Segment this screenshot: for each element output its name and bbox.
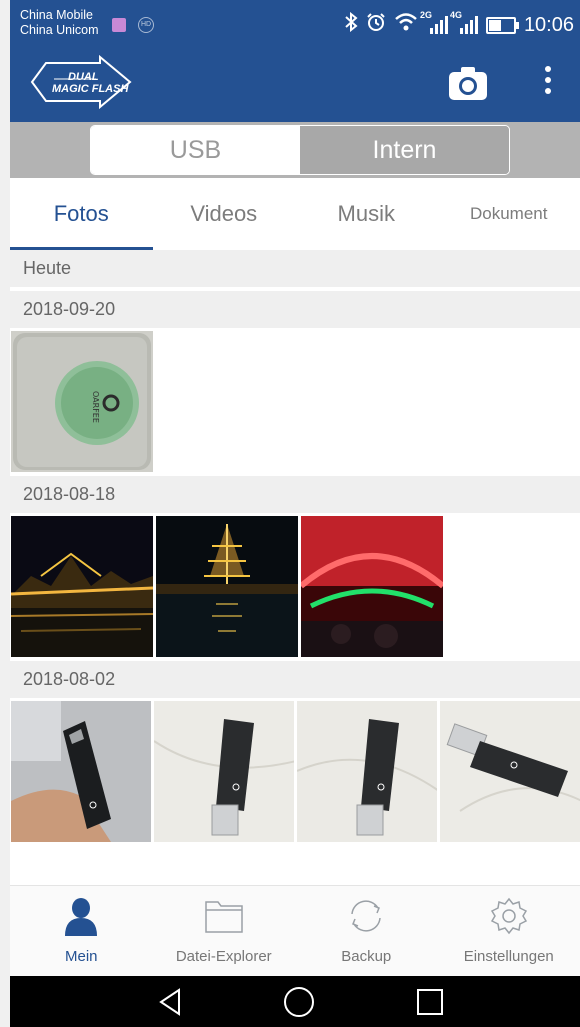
nav-einstellungen[interactable]: Einstellungen: [438, 886, 580, 977]
signal-icon-4g: 4G: [450, 10, 478, 34]
wifi-icon: [394, 12, 418, 38]
tin-box-photo[interactable]: OARFEE: [11, 331, 153, 472]
system-nav-bar: [10, 976, 580, 1027]
nav-backup-label: Backup: [341, 948, 392, 965]
status-icons: 2G 4G 10:06: [344, 10, 574, 38]
status-bar: China Mobile China Unicom HD 2G 4G 10:06: [10, 0, 580, 46]
photo-row: OARFEE: [10, 328, 580, 476]
photo-row: [10, 513, 580, 661]
bluetooth-icon: [344, 11, 358, 38]
tab-musik[interactable]: Musik: [295, 178, 438, 250]
nav-datei-explorer[interactable]: Datei-Explorer: [153, 886, 296, 977]
app-bar: DUAL MAGIC FLASH: [10, 46, 580, 122]
back-icon[interactable]: [155, 986, 187, 1018]
toggle-intern[interactable]: Intern: [300, 126, 509, 174]
photo-row: [10, 698, 580, 846]
dual-magic-flash-logo: DUAL MAGIC FLASH: [30, 54, 134, 110]
nav-einstellungen-label: Einstellungen: [463, 948, 554, 965]
sync-icon: [346, 896, 386, 936]
light-tunnel-photo[interactable]: [301, 516, 443, 657]
night-tower-photo[interactable]: [156, 516, 298, 657]
nav-datei-explorer-label: Datei-Explorer: [175, 948, 272, 965]
bottom-nav: Mein Datei-Explorer Backup Einstellungen: [10, 885, 580, 977]
carrier-info: China Mobile China Unicom: [20, 8, 99, 38]
hd-icon: HD: [138, 17, 154, 33]
carrier-2: China Unicom: [20, 23, 99, 37]
carrier-1: China Mobile: [20, 8, 93, 22]
photo-list[interactable]: Heute 2018-09-20 OARFEE 2018-08-18 2018-…: [10, 250, 580, 885]
clock: 10:06: [523, 13, 574, 36]
nav-mein[interactable]: Mein: [10, 886, 153, 977]
nav-backup[interactable]: Backup: [295, 886, 438, 977]
signal-icon-2g: 2G: [420, 10, 448, 34]
date-header-2018-09-20: 2018-09-20: [10, 291, 580, 328]
tab-fotos[interactable]: Fotos: [10, 178, 153, 250]
flash-drive-photo-3[interactable]: [440, 701, 580, 842]
person-icon: [61, 896, 101, 936]
flash-drive-photo-2[interactable]: [297, 701, 437, 842]
svg-text:OARFEE: OARFEE: [91, 391, 100, 423]
date-header-today: Heute: [10, 250, 580, 287]
date-header-2018-08-18: 2018-08-18: [10, 476, 580, 513]
category-tabs: Fotos Videos Musik Dokument: [10, 178, 580, 250]
recents-icon[interactable]: [414, 986, 446, 1018]
toggle-usb[interactable]: USB: [91, 126, 300, 174]
nav-mein-label: Mein: [64, 948, 98, 965]
storage-toggle: USB Intern: [90, 125, 510, 175]
home-icon[interactable]: [283, 986, 315, 1018]
tab-dokument[interactable]: Dokument: [438, 178, 580, 250]
more-vertical-icon[interactable]: [541, 66, 555, 102]
flash-drive-photo-1[interactable]: [154, 701, 294, 842]
gallery-icon: [112, 18, 126, 32]
storage-toggle-bar: USB Intern: [10, 122, 580, 178]
camera-icon[interactable]: [448, 65, 488, 101]
gear-icon: [489, 896, 529, 936]
app-screen: China Mobile China Unicom HD 2G 4G 10:06…: [10, 0, 580, 1027]
night-bridge-photo[interactable]: [11, 516, 153, 657]
alarm-icon: [366, 12, 386, 38]
flash-drive-in-hand-photo[interactable]: [11, 701, 151, 842]
folder-icon: [204, 896, 244, 936]
battery-icon: [485, 16, 519, 34]
tab-videos[interactable]: Videos: [153, 178, 296, 250]
date-header-2018-08-02: 2018-08-02: [10, 661, 580, 698]
